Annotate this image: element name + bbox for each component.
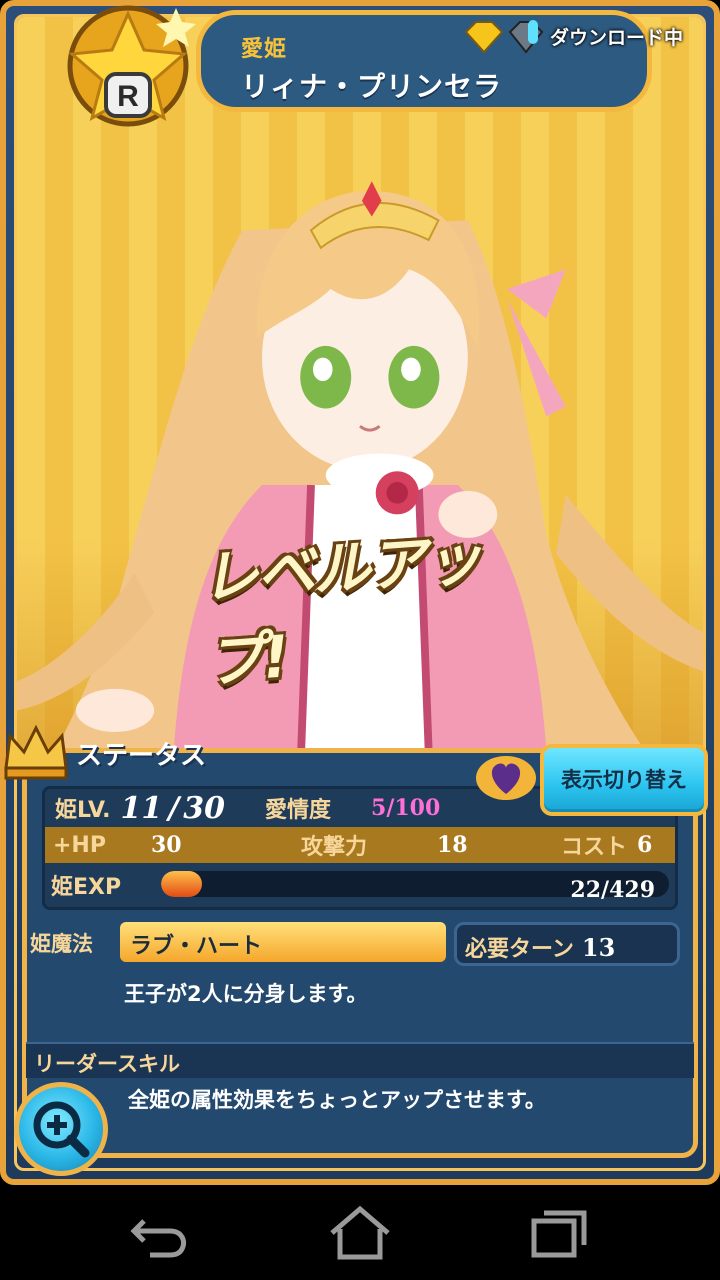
- back-icon[interactable]: [120, 1203, 200, 1263]
- attack-value: 18: [437, 832, 468, 858]
- affection-heart-icon: [476, 756, 536, 800]
- rarity-letter: R: [117, 80, 139, 113]
- crystal-icon: [508, 20, 544, 54]
- zoom-button[interactable]: [14, 1082, 108, 1176]
- required-turns-label: 必要ターン: [465, 937, 574, 962]
- system-nav-bar: [0, 1185, 720, 1280]
- crown-icon: [4, 724, 68, 780]
- download-indicator: ダウンロード中: [462, 18, 683, 54]
- princess-magic-name: ラブ・ハート: [120, 922, 446, 962]
- required-turns-value: 13: [581, 932, 616, 962]
- cost-label: コスト: [561, 835, 628, 860]
- character-name: リィナ・プリンセラ: [241, 70, 503, 103]
- zoom-in-icon: [33, 1101, 90, 1158]
- rarity-badge: R: [67, 5, 196, 127]
- recents-icon[interactable]: [520, 1203, 600, 1263]
- princess-magic-description: 王子が2人に分身します。: [124, 982, 368, 1006]
- princess-magic-label: 姫魔法: [30, 932, 93, 956]
- affection-label: 愛情度: [265, 798, 332, 823]
- hp-value: 30: [151, 832, 182, 858]
- download-status-text: ダウンロード中: [550, 26, 684, 49]
- exp-value: 22/429: [570, 877, 655, 903]
- exp-bar-fill: [161, 871, 202, 897]
- princess-magic-row: 姫魔法 ラブ・ハート 必要ターン 13: [30, 922, 680, 966]
- stats-row: +HP 30 攻撃力 18 コスト 6: [45, 827, 675, 863]
- leader-skill-bar: リーダースキル: [26, 1042, 694, 1078]
- exp-row: 姫EXP 22/429: [45, 863, 675, 907]
- affection-value: 5/100: [371, 795, 441, 821]
- required-turns-box: 必要ターン 13: [454, 922, 680, 966]
- leader-skill-label: リーダースキル: [34, 1052, 180, 1076]
- leader-skill-description: 全姫の属性効果をちょっとアップさせます。: [128, 1088, 546, 1112]
- status-title: ステータス: [76, 741, 207, 771]
- status-header: ステータス: [0, 718, 206, 782]
- exp-label: 姫EXP: [51, 875, 122, 900]
- attack-label: 攻撃力: [301, 835, 368, 860]
- level-current: 11: [120, 790, 163, 826]
- level-label: 姫LV.: [55, 798, 111, 823]
- gem-icon: [464, 21, 504, 54]
- display-toggle-button[interactable]: 表示切り替え: [540, 744, 708, 816]
- level-separator: /: [168, 790, 180, 826]
- cost-value: 6: [637, 832, 653, 858]
- hp-label: +HP: [53, 832, 106, 858]
- home-icon[interactable]: [320, 1203, 400, 1263]
- level-max: 30: [183, 790, 226, 826]
